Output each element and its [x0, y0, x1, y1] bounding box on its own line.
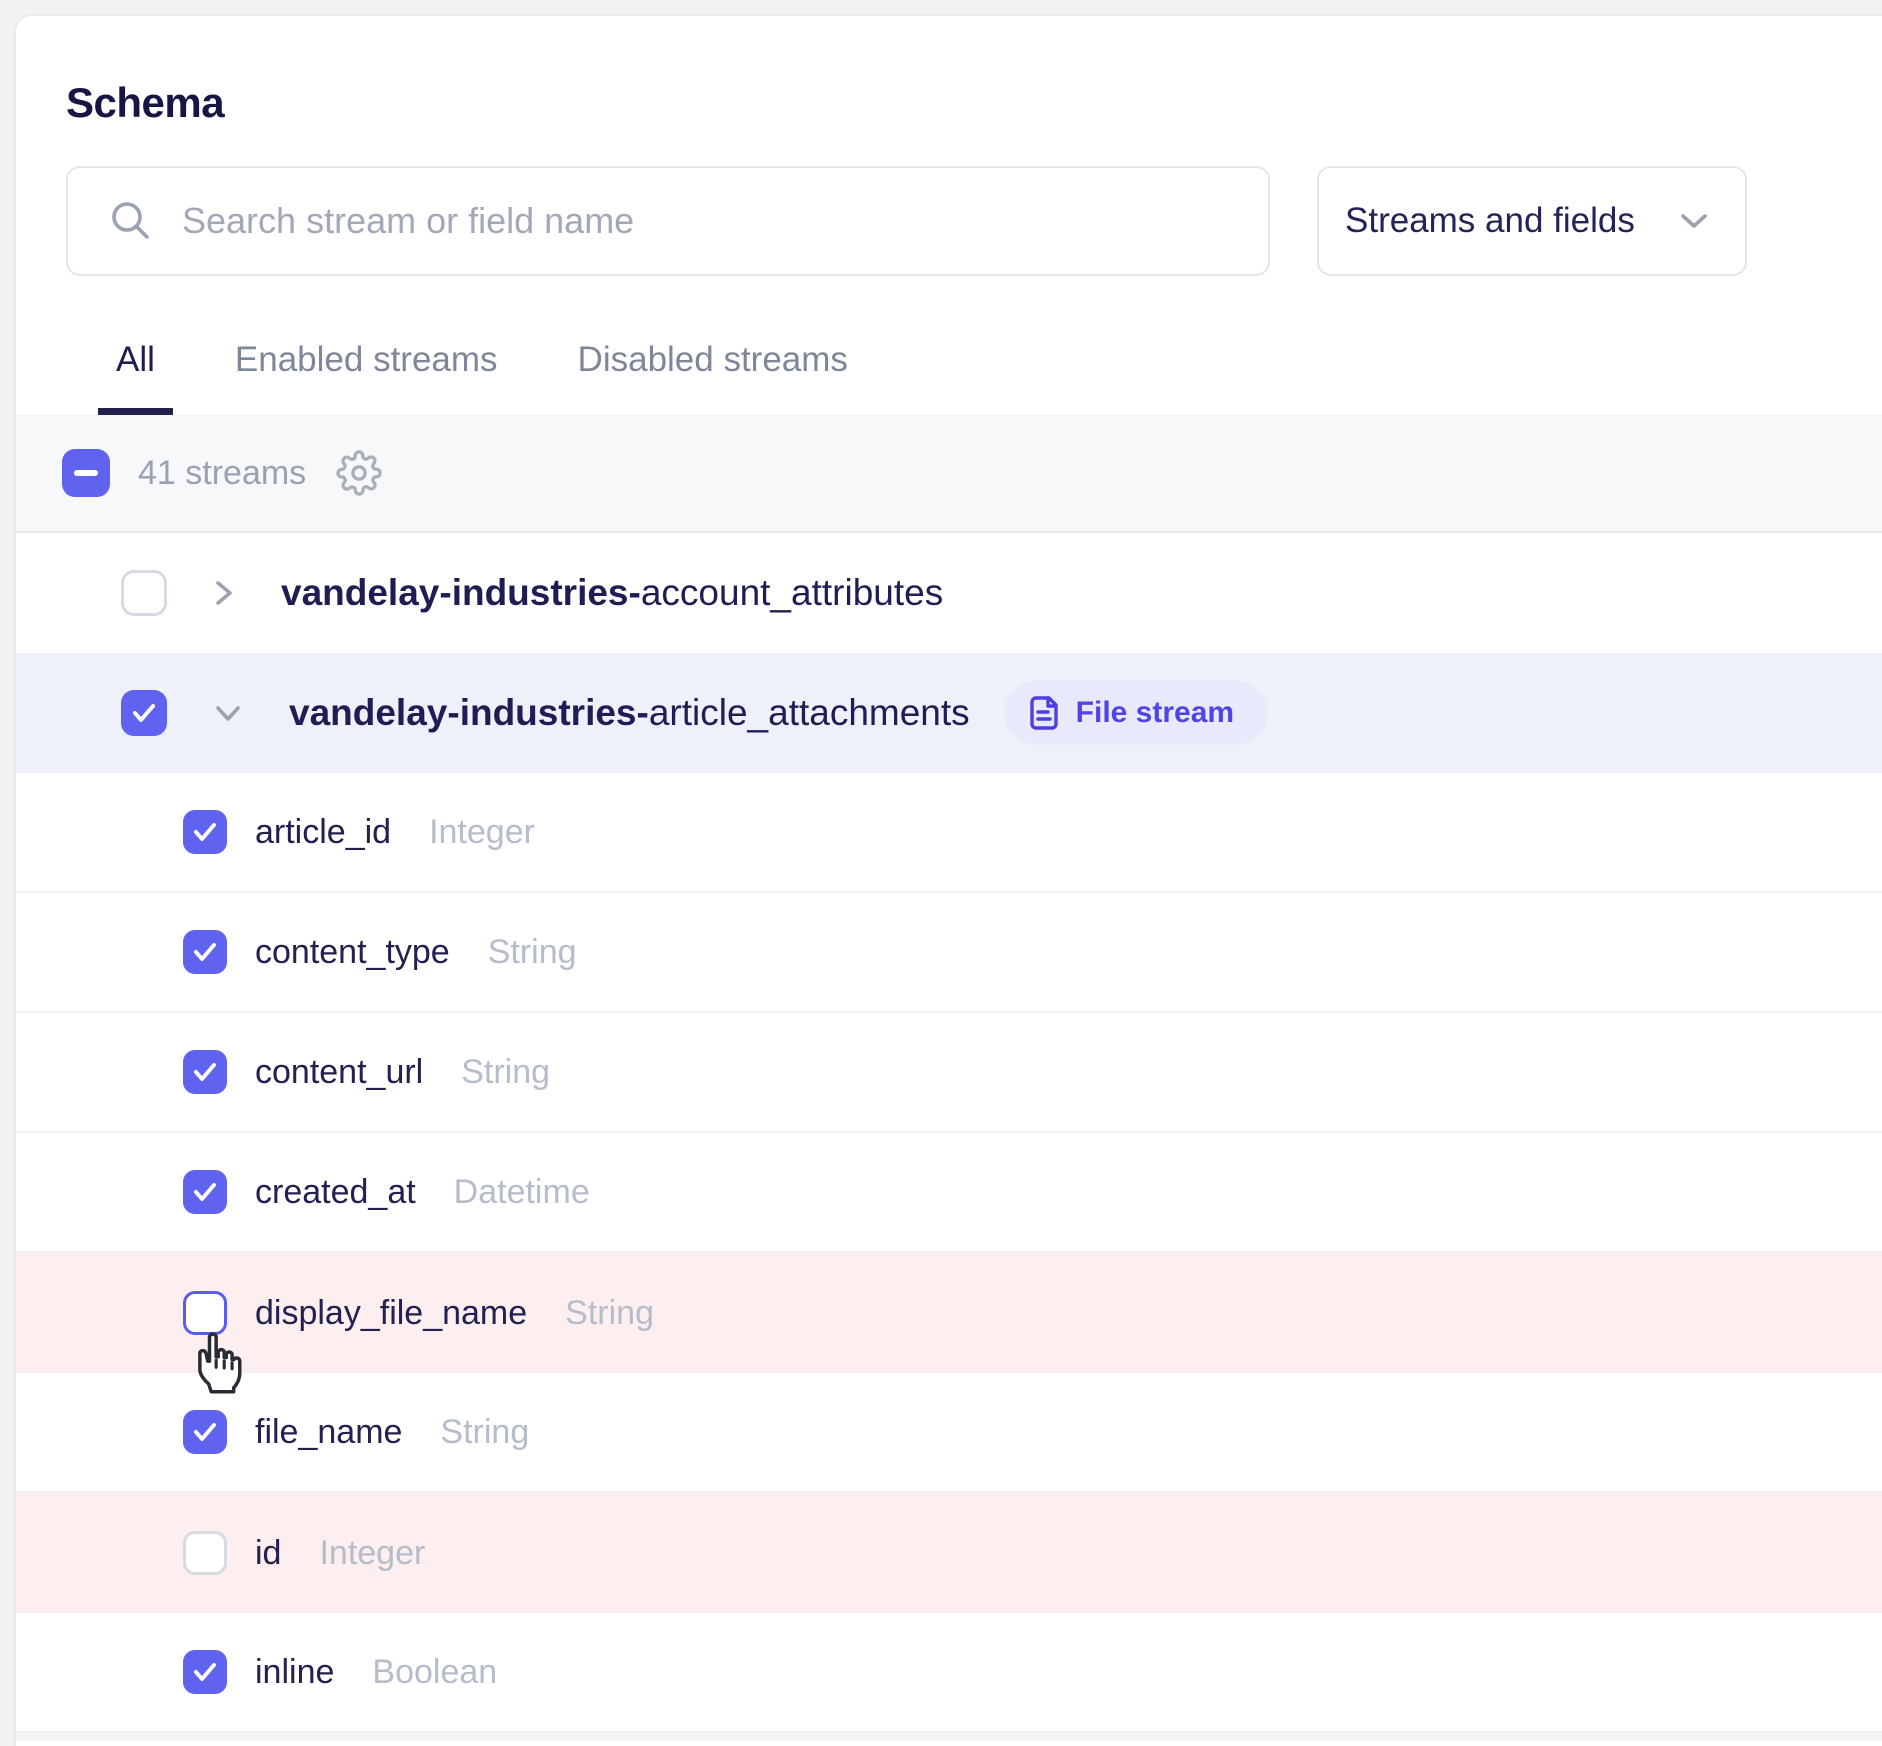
search-box[interactable] [66, 166, 1270, 276]
field-row[interactable]: file_name String [16, 1373, 1882, 1493]
field-checkbox-wrap [183, 1050, 227, 1094]
file-icon [1028, 694, 1060, 732]
stream-tabs: All Enabled streams Disabled streams [66, 316, 1870, 415]
field-checkbox[interactable] [183, 1531, 227, 1575]
field-row[interactable]: id Integer [16, 1493, 1882, 1613]
field-type: String [461, 1053, 550, 1092]
field-row[interactable]: created_at Datetime [16, 1133, 1882, 1253]
stream-list: vandelay-industries-account_attributesva… [16, 533, 1882, 1733]
field-row[interactable]: content_url String [16, 1013, 1882, 1133]
select-all-checkbox[interactable] [62, 449, 110, 497]
field-type: Integer [319, 1534, 425, 1573]
stream-checkbox[interactable] [121, 570, 167, 616]
tab-all[interactable]: All [98, 316, 173, 415]
field-checkbox-wrap [183, 1291, 227, 1335]
chevron-right-icon[interactable] [211, 576, 237, 610]
field-type: Boolean [372, 1653, 497, 1692]
field-row[interactable]: article_id Integer [16, 773, 1882, 893]
gear-icon[interactable] [336, 450, 382, 496]
field-checkbox[interactable] [183, 1291, 227, 1335]
field-checkbox-wrap [183, 1170, 227, 1214]
page-title: Schema [66, 82, 1870, 124]
stream-row[interactable]: vandelay-industries-account_attributes [16, 533, 1882, 653]
field-row[interactable]: content_type String [16, 893, 1882, 1013]
field-type: Datetime [454, 1173, 590, 1212]
field-checkbox-wrap [183, 1410, 227, 1454]
field-type: Integer [429, 813, 535, 852]
field-name: file_name [255, 1413, 402, 1452]
field-checkbox[interactable] [183, 810, 227, 854]
field-name: id [255, 1534, 281, 1573]
field-name: content_type [255, 933, 450, 972]
field-checkbox-wrap [183, 1531, 227, 1575]
stream-name: vandelay-industries-account_attributes [281, 572, 943, 614]
stream-checkbox[interactable] [121, 690, 167, 736]
field-checkbox-wrap [183, 810, 227, 854]
field-name: content_url [255, 1053, 423, 1092]
field-type: String [565, 1294, 654, 1333]
badge-label: File stream [1076, 696, 1234, 730]
field-checkbox[interactable] [183, 1050, 227, 1094]
list-bottom-divider [16, 1733, 1882, 1741]
file-stream-badge: File stream [1004, 681, 1268, 745]
stream-name: vandelay-industries-article_attachments [289, 692, 970, 734]
card-header: Schema Streams and fields AllEnabled [16, 16, 1882, 415]
tab-enabled-streams[interactable]: Enabled streams [217, 316, 516, 415]
field-row[interactable]: inline Boolean [16, 1613, 1882, 1733]
expand-toggle[interactable] [211, 700, 245, 726]
schema-card: Schema Streams and fields AllEnabled [14, 14, 1882, 1746]
tab-disabled-streams[interactable]: Disabled streams [560, 316, 866, 415]
search-row: Streams and fields [66, 166, 1870, 276]
field-name: inline [255, 1653, 334, 1692]
dropdown-selected-value: Streams and fields [1345, 201, 1635, 241]
expand-toggle[interactable] [211, 576, 237, 610]
field-type: String [488, 933, 577, 972]
stream-filter-dropdown[interactable]: Streams and fields [1317, 166, 1747, 276]
field-checkbox[interactable] [183, 930, 227, 974]
field-row[interactable]: display_file_name String [16, 1253, 1882, 1373]
search-icon [108, 198, 154, 244]
schema-page: Schema Streams and fields AllEnabled [0, 0, 1882, 1746]
chevron-down-icon [1679, 211, 1709, 231]
select-all-bar: 41 streams [16, 415, 1882, 533]
streams-count: 41 streams [138, 454, 306, 493]
field-checkbox-wrap [183, 930, 227, 974]
field-checkbox[interactable] [183, 1410, 227, 1454]
field-name: article_id [255, 813, 391, 852]
search-input[interactable] [180, 199, 1238, 243]
field-checkbox[interactable] [183, 1170, 227, 1214]
field-name: display_file_name [255, 1294, 527, 1333]
field-type: String [440, 1413, 529, 1452]
chevron-down-icon[interactable] [211, 700, 245, 726]
field-name: created_at [255, 1173, 416, 1212]
field-checkbox[interactable] [183, 1650, 227, 1694]
field-checkbox-wrap [183, 1650, 227, 1694]
stream-row[interactable]: vandelay-industries-article_attachments F… [16, 653, 1882, 773]
